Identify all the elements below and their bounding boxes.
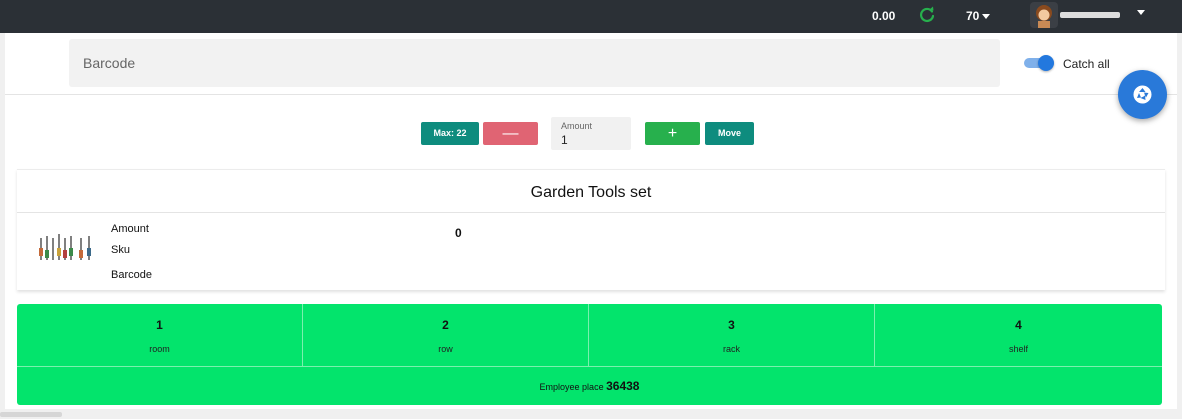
count-dropdown[interactable]: 70 <box>966 9 991 23</box>
shelf-label: shelf <box>1008 344 1028 354</box>
shelf-value: 4 <box>1015 318 1022 332</box>
product-image <box>35 228 99 262</box>
field-label-amount: Amount <box>111 223 149 235</box>
top-navbar: 0.00 70 <box>0 0 1182 33</box>
username-redacted <box>1060 12 1120 18</box>
location-shelf: 4 shelf <box>875 304 1162 366</box>
user-menu-chevron-icon[interactable] <box>1137 10 1145 15</box>
row-value: 2 <box>442 318 449 332</box>
field-label-sku: Sku <box>111 244 130 256</box>
catch-all-toggle[interactable] <box>1024 55 1054 71</box>
room-value: 1 <box>156 318 163 332</box>
product-card: Garden Tools set Amount Sku Barcode 0 <box>17 169 1165 290</box>
balance-value: 0.00 <box>872 9 896 23</box>
camera-scan-button[interactable] <box>1118 70 1167 119</box>
amount-field[interactable]: Amount 1 <box>551 117 631 150</box>
product-title: Garden Tools set <box>530 184 652 201</box>
avatar[interactable] <box>1030 2 1058 28</box>
scan-row: Catch all <box>5 33 1177 95</box>
catch-all-label: Catch all <box>1063 57 1110 71</box>
location-row: 2 row <box>303 304 589 366</box>
decrement-button[interactable]: — <box>483 122 538 145</box>
field-label-barcode: Barcode <box>111 269 152 281</box>
divider <box>17 212 1165 213</box>
refresh-icon[interactable] <box>917 5 937 25</box>
count-value: 70 <box>966 9 980 23</box>
employee-place-label: Employee place <box>539 382 604 392</box>
horizontal-scrollbar[interactable] <box>0 412 62 417</box>
max-button[interactable]: Max: 22 <box>421 122 479 145</box>
product-amount-value: 0 <box>455 226 462 240</box>
main-content: Catch all Max: 22 — Amount 1 + Move Gard… <box>5 33 1177 409</box>
move-button[interactable]: Move <box>705 122 754 145</box>
amount-field-label: Amount <box>561 121 593 131</box>
employee-place: Employee place 36438 <box>17 366 1162 405</box>
location-rack: 3 rack <box>589 304 875 366</box>
amount-controls: Max: 22 — Amount 1 + Move <box>5 117 1177 157</box>
location-room: 1 room <box>17 304 303 366</box>
amount-field-value: 1 <box>561 133 568 147</box>
rack-label: rack <box>722 344 740 354</box>
location-panel: 1 room 2 row 3 rack 4 shelf Employee pla… <box>17 304 1162 405</box>
row-label: row <box>438 344 453 354</box>
chevron-down-icon <box>982 14 991 20</box>
employee-place-value: 36438 <box>606 379 640 393</box>
product-field-labels: Amount Sku Barcode <box>111 222 152 289</box>
increment-button[interactable]: + <box>645 122 700 145</box>
rack-value: 3 <box>728 318 735 332</box>
toggle-knob <box>1038 55 1054 71</box>
barcode-input[interactable] <box>69 39 1000 87</box>
camera-shutter-icon <box>1133 85 1152 104</box>
room-label: room <box>149 344 170 354</box>
